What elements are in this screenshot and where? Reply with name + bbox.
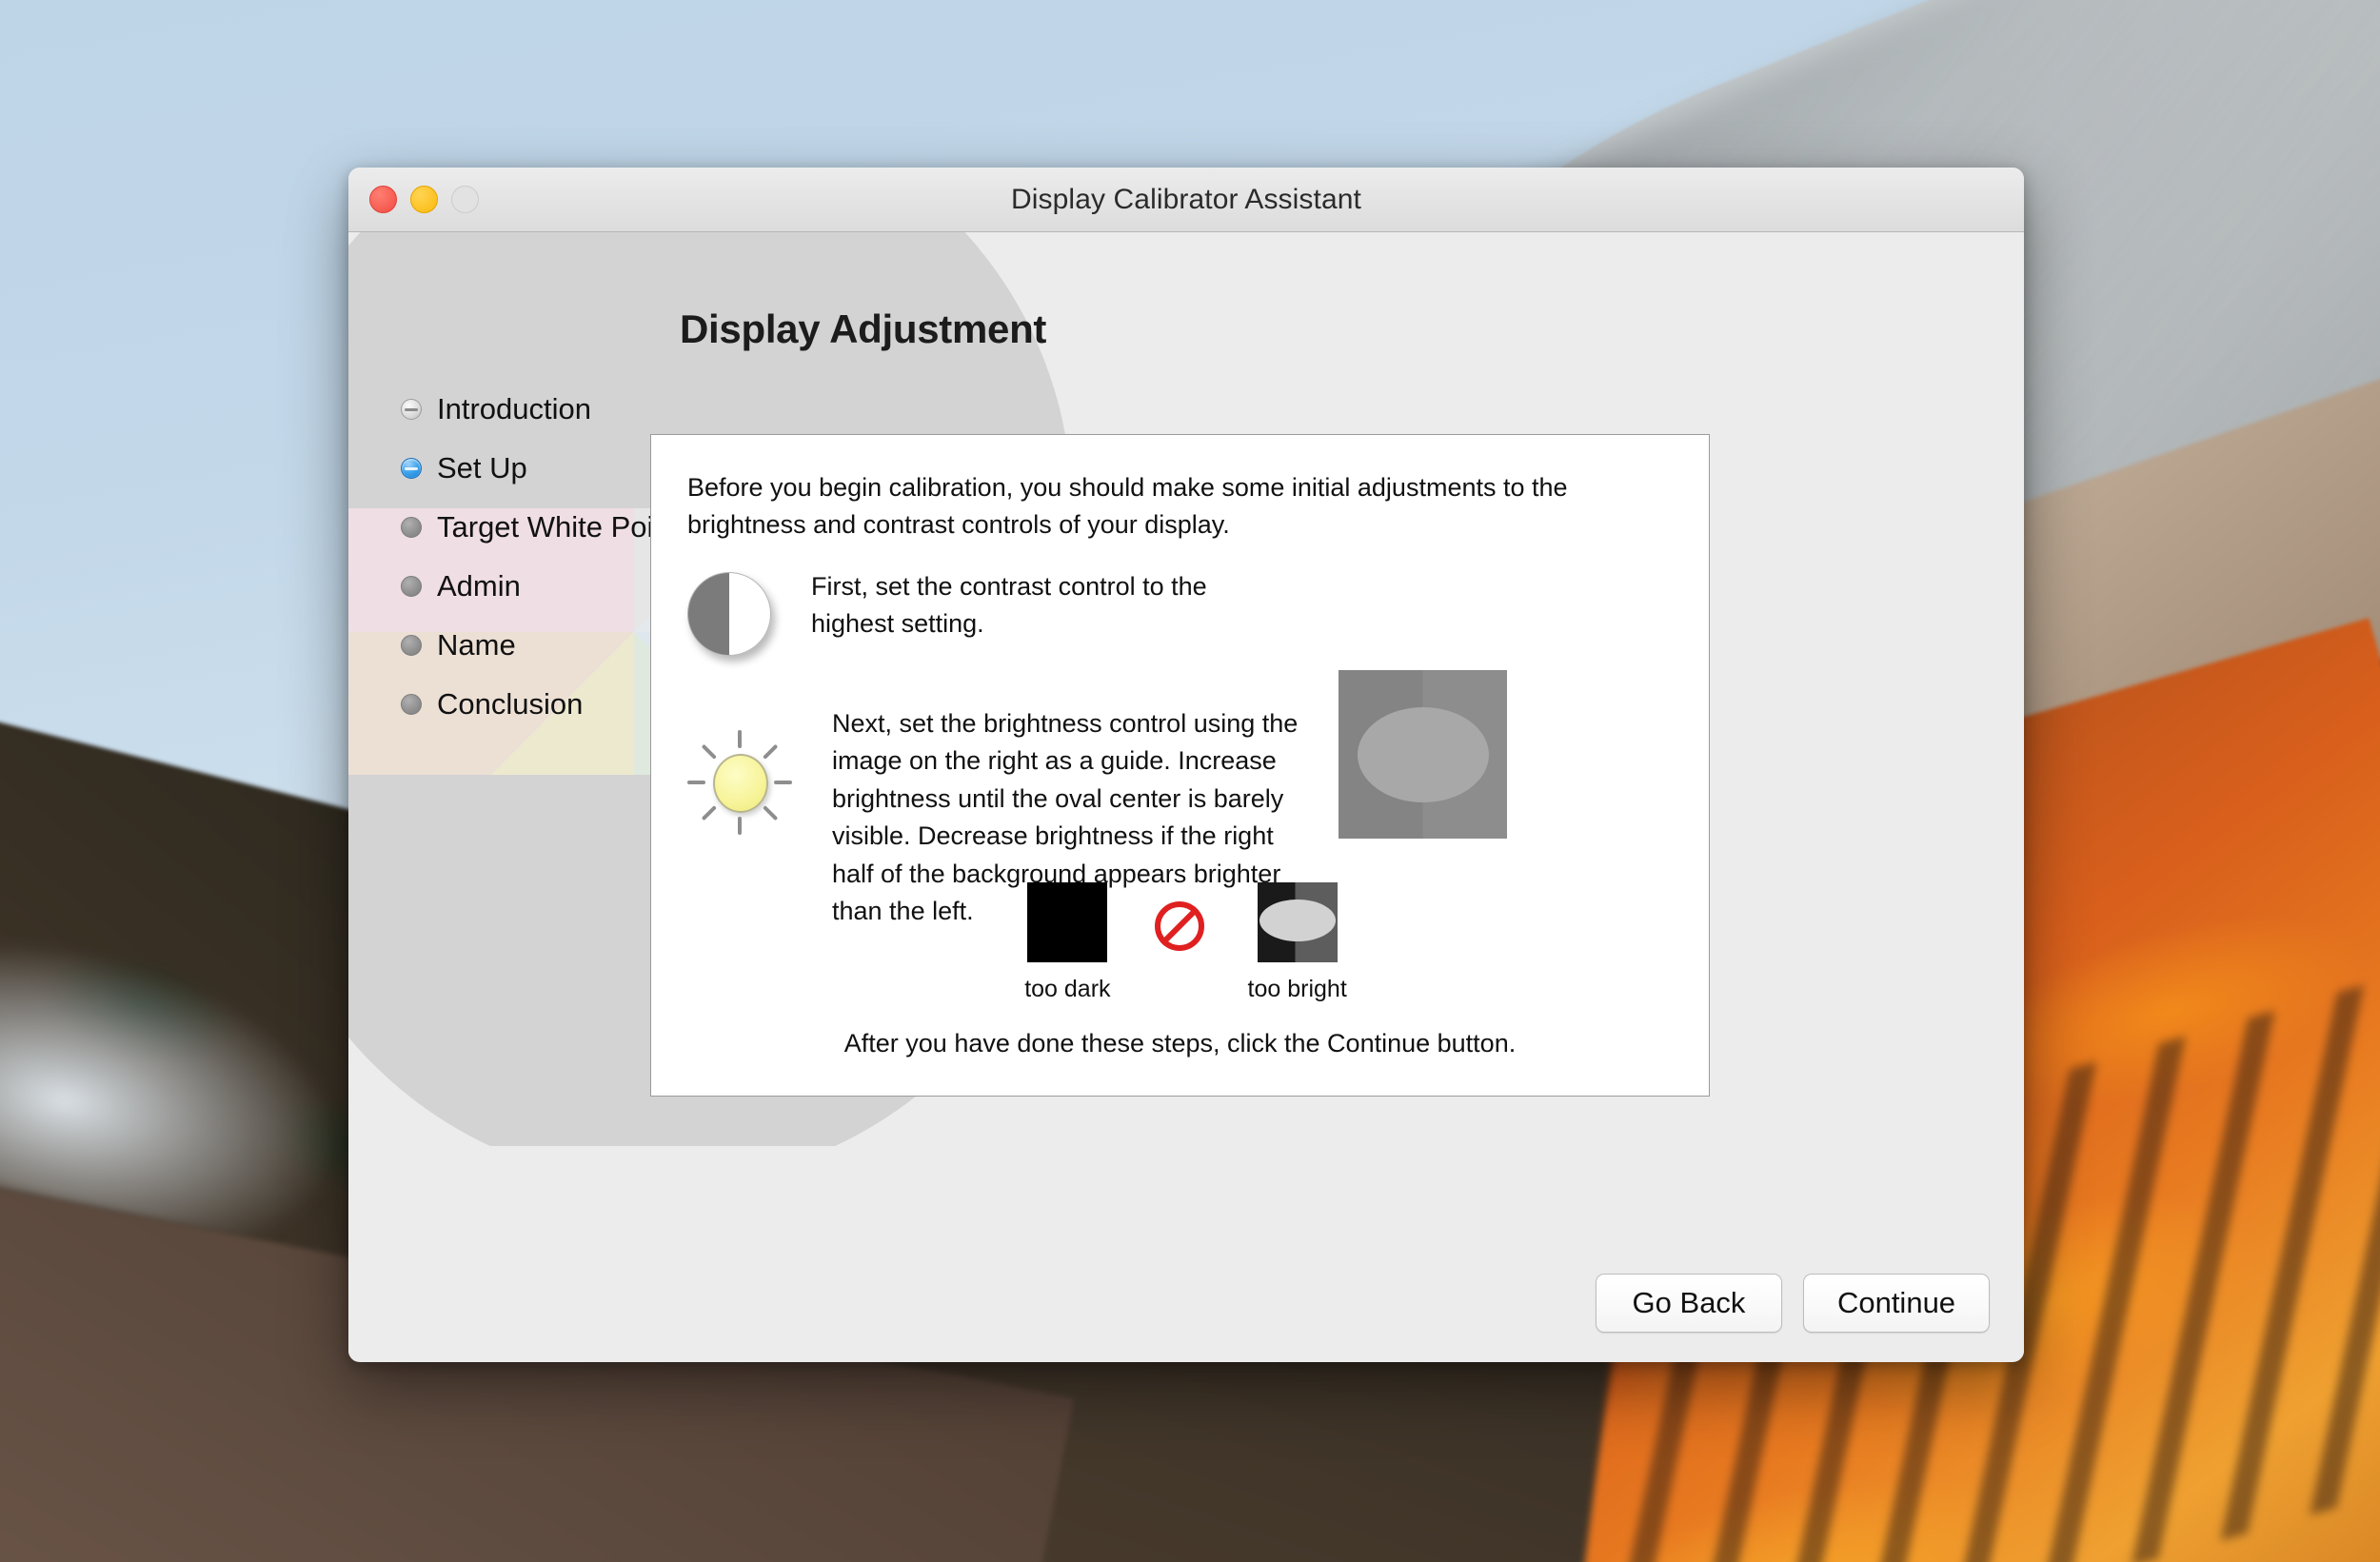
contrast-instruction-row: First, set the contrast control to the h… — [687, 568, 1278, 656]
continue-button[interactable]: Continue — [1803, 1274, 1990, 1333]
prohibition-icon — [1155, 901, 1204, 951]
sun-core — [713, 754, 768, 813]
instructions-panel: Before you begin calibration, you should… — [650, 434, 1710, 1097]
sidebar-item-conclusion[interactable]: Conclusion — [380, 675, 665, 734]
contrast-instruction-text: First, set the contrast control to the h… — [811, 568, 1278, 643]
brightness-sun-icon — [687, 730, 792, 835]
sun-ray — [702, 744, 717, 760]
example-row: too dark too bright — [651, 882, 1709, 1003]
example-too-bright: too bright — [1248, 882, 1347, 1003]
step-status-icon-active — [401, 458, 422, 479]
sun-ray — [738, 817, 742, 835]
step-status-icon-pending — [401, 694, 422, 715]
example-too-dark: too dark — [1024, 882, 1110, 1003]
too-bright-oval — [1259, 900, 1336, 941]
sun-ray — [738, 730, 742, 748]
too-bright-swatch — [1258, 882, 1338, 962]
display-calibrator-window: Display Calibrator Assistant — [348, 168, 2024, 1362]
sun-ray — [702, 805, 717, 821]
sidebar-item-name[interactable]: Name — [380, 616, 665, 675]
window-title: Display Calibrator Assistant — [348, 184, 2024, 216]
sun-ray — [774, 781, 792, 784]
step-status-icon-done — [401, 399, 422, 420]
too-dark-swatch — [1027, 882, 1107, 962]
sidebar-item-label: Admin — [437, 569, 521, 603]
sidebar-item-introduction[interactable]: Introduction — [380, 380, 665, 439]
step-status-icon-pending — [401, 576, 422, 597]
sidebar-item-admin[interactable]: Admin — [380, 557, 665, 616]
sidebar-item-target-white-point[interactable]: Target White Point — [380, 498, 665, 557]
window-body: Display Adjustment Introduction Set Up T… — [348, 232, 2024, 1361]
calibration-target-image — [1339, 670, 1507, 839]
sun-ray — [763, 744, 778, 760]
sidebar-item-label: Target White Point — [437, 510, 678, 544]
too-dark-label: too dark — [1024, 976, 1110, 1003]
step-status-icon-pending — [401, 635, 422, 656]
page-title: Display Adjustment — [680, 306, 1046, 352]
step-list: Introduction Set Up Target White Point A… — [380, 380, 665, 734]
sidebar-item-label: Name — [437, 628, 516, 662]
calibration-target-oval — [1358, 707, 1489, 802]
sidebar-item-label: Conclusion — [437, 687, 583, 722]
intro-paragraph: Before you begin calibration, you should… — [687, 469, 1668, 544]
sidebar-item-label: Set Up — [437, 451, 527, 485]
window-footer: Go Back Continue — [1596, 1274, 1990, 1333]
sidebar-item-set-up[interactable]: Set Up — [380, 439, 665, 498]
closing-paragraph: After you have done these steps, click t… — [651, 1029, 1709, 1058]
contrast-icon — [687, 572, 771, 656]
too-bright-label: too bright — [1248, 976, 1347, 1003]
sidebar-item-label: Introduction — [437, 392, 591, 426]
window-titlebar[interactable]: Display Calibrator Assistant — [348, 168, 2024, 232]
go-back-button[interactable]: Go Back — [1596, 1274, 1782, 1333]
sun-ray — [763, 805, 778, 821]
step-status-icon-pending — [401, 517, 422, 538]
sun-ray — [687, 781, 705, 784]
